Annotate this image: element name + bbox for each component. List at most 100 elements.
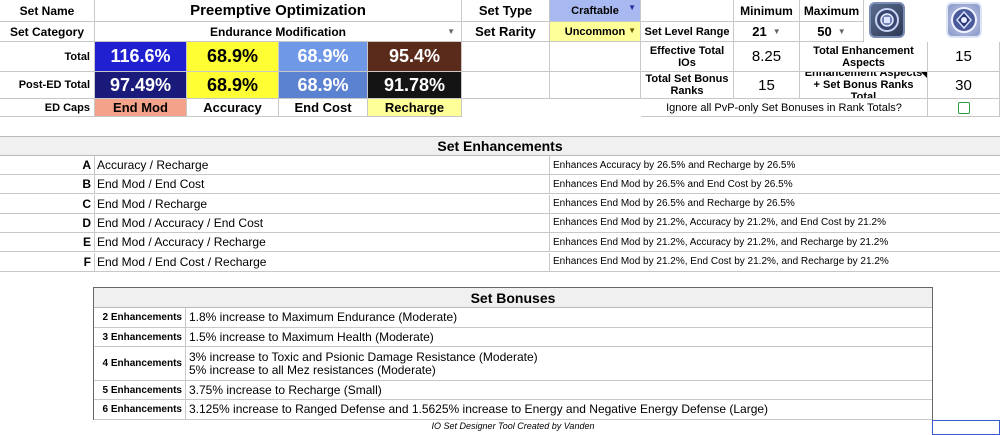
enh-plus-bonus-text: Enhancement Aspects + Set Bonus Ranks To… <box>804 72 923 99</box>
comment-marker-icon <box>921 72 927 78</box>
enhancement-desc: Enhances End Mod by 26.5% and Recharge b… <box>553 198 795 210</box>
bonus-line: 1.8% increase to Maximum Endurance (Mode… <box>189 310 458 324</box>
bonus-text: 1.5% increase to Maximum Health (Moderat… <box>186 328 434 346</box>
set-type-value: Craftable <box>571 4 619 17</box>
set-category-value: Endurance Modification <box>209 24 346 39</box>
enhancement-desc: Enhances End Mod by 26.5% and End Cost b… <box>553 178 793 190</box>
dropdown-arrow-icon: ▼ <box>447 27 455 36</box>
bonus-count-label: 6 Enhancements <box>94 400 186 419</box>
bonus-row: 4 Enhancements 3% increase to Toxic and P… <box>94 347 932 381</box>
enhancement-name: End Mod / End Cost <box>95 175 550 194</box>
empty-cell <box>462 42 550 72</box>
bonus-row: 6 Enhancements 3.125% increase to Ranged … <box>94 400 932 420</box>
level-max-value: 50 <box>817 24 832 39</box>
bonus-count-label: 5 Enhancements <box>94 381 186 399</box>
bonus-text: 3.125% increase to Ranged Defense and 1.… <box>186 400 768 419</box>
total-set-bonus-ranks-label: Total Set Bonus Ranks <box>641 72 734 99</box>
enhancement-letter: A <box>0 156 95 174</box>
set-rarity-label: Set Rarity <box>462 22 550 42</box>
enhancement-row[interactable]: D End Mod / Accuracy / End Cost Enhances E… <box>0 213 1000 233</box>
ignore-pvp-checkbox[interactable] <box>957 101 970 114</box>
bonus-text: 3.75% increase to Recharge (Small) <box>186 381 382 399</box>
set-bonuses-title: Set Bonuses <box>94 288 932 308</box>
empty-cell <box>641 0 734 22</box>
dropdown-arrow-icon: ▼ <box>837 27 846 36</box>
set-category-label: Set Category <box>0 22 95 42</box>
ed-cap-4: Recharge <box>368 99 462 117</box>
total-label: Total <box>0 42 95 72</box>
maximum-label: Maximum <box>800 0 864 22</box>
enhancement-row[interactable]: C End Mod / Recharge Enhances End Mod by 2… <box>0 194 1000 214</box>
effective-ios-label: Effective Total IOs <box>641 42 734 72</box>
level-min-value: 21 <box>752 24 767 39</box>
post-ed-value-2: 68.9% <box>187 72 279 99</box>
total-set-bonus-ranks-value: 15 <box>734 72 800 99</box>
enhancement-row[interactable]: F End Mod / End Cost / Recharge Enhances E… <box>0 252 1000 272</box>
empty-cell <box>550 72 641 99</box>
enhancement-desc: Enhances Accuracy by 26.5% and Recharge … <box>553 159 796 171</box>
set-category-dropdown[interactable]: Endurance Modification ▼ <box>95 22 462 42</box>
bonus-count-label: 3 Enhancements <box>94 328 186 346</box>
total-value-3: 68.9% <box>279 42 368 72</box>
total-enh-aspects-label: Total Enhancement Aspects <box>800 42 928 72</box>
bonus-line: 3.75% increase to Recharge (Small) <box>189 382 382 397</box>
attuned-enhancement-icon <box>946 2 982 38</box>
dropdown-arrow-icon: ▼ <box>628 3 636 12</box>
enhancement-desc: Enhances End Mod by 21.2%, End Cost by 2… <box>553 256 889 267</box>
dropdown-arrow-icon: ▼ <box>772 27 781 36</box>
post-ed-value-4: 91.78% <box>368 72 462 99</box>
enhancement-name: Accuracy / Recharge <box>95 156 550 174</box>
bonus-count-label: 4 Enhancements <box>94 347 186 380</box>
bonus-text: 3% increase to Toxic and Psionic Damage … <box>186 347 538 380</box>
enhancement-letter: B <box>0 175 95 194</box>
set-type-label: Set Type <box>462 0 550 22</box>
level-max-select[interactable]: 50 ▼ <box>800 22 864 42</box>
empty-cell <box>462 72 550 99</box>
set-name-label: Set Name <box>0 0 95 22</box>
enhancement-desc: Enhances End Mod by 21.2%, Accuracy by 2… <box>553 236 889 248</box>
bonus-line: 5% increase to all Mez resistances (Mode… <box>189 362 436 377</box>
total-enh-aspects-value: 15 <box>928 42 1000 72</box>
enhancement-name: End Mod / Accuracy / End Cost <box>95 213 550 232</box>
total-value-2: 68.9% <box>187 42 279 72</box>
bonus-row: 2 Enhancements 1.8% increase to Maximum E… <box>94 308 932 328</box>
enhancement-name: End Mod / Accuracy / Recharge <box>95 233 550 252</box>
enhancement-letter: F <box>0 252 95 271</box>
bonus-line: 3.125% increase to Ranged Defense and 1.… <box>189 402 769 416</box>
ed-cap-1: End Mod <box>95 99 187 117</box>
bonus-row: 3 Enhancements 1.5% increase to Maximum H… <box>94 328 932 347</box>
set-rarity-value: Uncommon <box>564 25 626 38</box>
ignore-pvp-label: Ignore all PvP-only Set Bonuses in Rank … <box>641 99 928 117</box>
selected-cell[interactable] <box>932 420 1000 435</box>
footer-credit: IO Set Designer Tool Created by Vanden <box>431 421 595 431</box>
set-level-range-label: Set Level Range <box>641 22 734 42</box>
empty-cell <box>550 42 641 72</box>
enhancement-row[interactable]: E End Mod / Accuracy / Recharge Enhances E… <box>0 233 1000 253</box>
set-enhancements-title: Set Enhancements <box>0 136 1000 156</box>
ed-cap-3: End Cost <box>279 99 368 117</box>
enhancement-letter: C <box>0 194 95 213</box>
minimum-label: Minimum <box>734 0 800 22</box>
set-type-dropdown[interactable]: Craftable ▼ <box>550 0 641 22</box>
enhancement-row[interactable]: A Accuracy / Recharge Enhances Accuracy by… <box>0 156 1000 175</box>
post-ed-value-3: 68.9% <box>279 72 368 99</box>
bonus-line: 3% increase to Toxic and Psionic Damage … <box>189 349 538 364</box>
enhancement-letter: E <box>0 233 95 252</box>
enh-plus-bonus-value: 30 <box>928 72 1000 99</box>
enhancement-name: End Mod / End Cost / Recharge <box>95 252 550 271</box>
set-name-value[interactable]: Preemptive Optimization <box>95 0 462 22</box>
effective-ios-value: 8.25 <box>734 42 800 72</box>
level-min-select[interactable]: 21 ▼ <box>734 22 800 42</box>
post-ed-total-label: Post-ED Total <box>0 72 95 99</box>
ed-cap-2: Accuracy <box>187 99 279 117</box>
total-value-1: 116.6% <box>95 42 187 72</box>
enhancement-desc: Enhances End Mod by 21.2%, Accuracy by 2… <box>553 217 886 229</box>
ed-caps-label: ED Caps <box>0 99 95 117</box>
enhancement-row[interactable]: B End Mod / End Cost Enhances End Mod by 2… <box>0 175 1000 195</box>
bonus-row: 5 Enhancements 3.75% increase to Recharge… <box>94 381 932 400</box>
enhancement-icon <box>869 2 905 38</box>
set-rarity-dropdown[interactable]: Uncommon ▼ <box>550 22 641 42</box>
ignore-pvp-cell[interactable] <box>928 99 1000 117</box>
bonus-line: 1.5% increase to Maximum Health (Moderat… <box>189 329 434 344</box>
enhancement-name: End Mod / Recharge <box>95 194 550 213</box>
